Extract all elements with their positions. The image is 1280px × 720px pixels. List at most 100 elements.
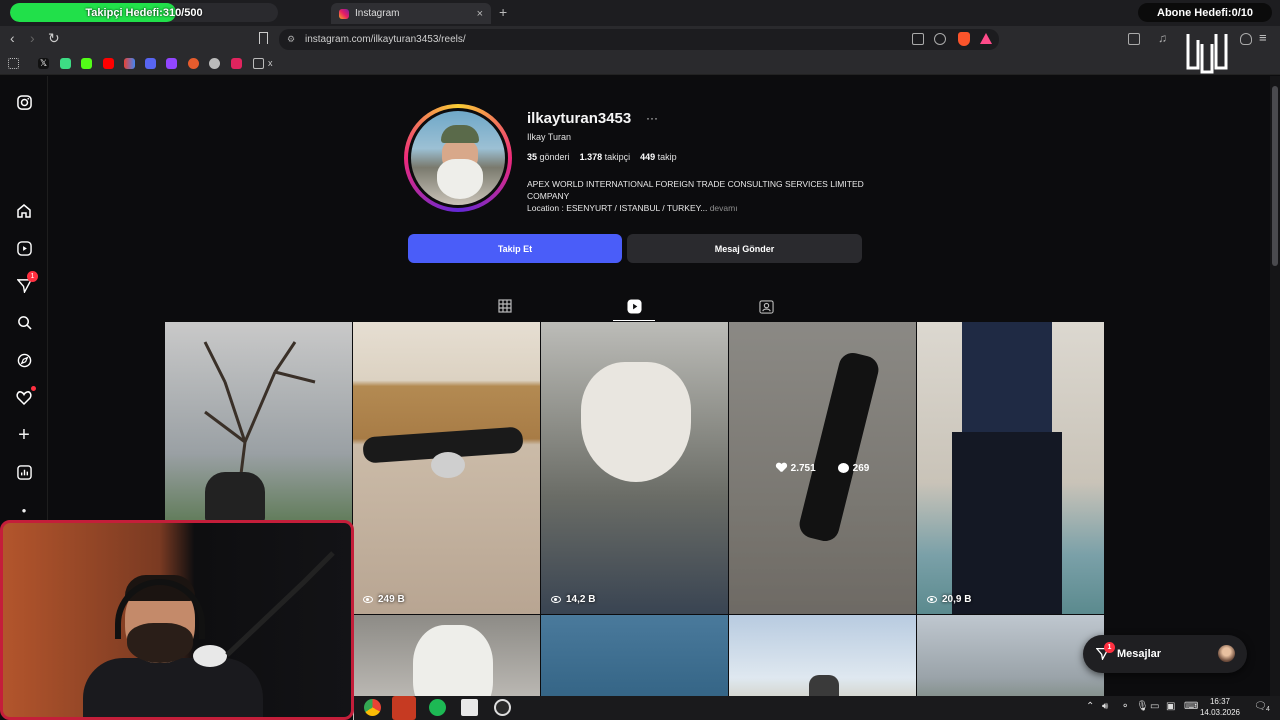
comment-icon bbox=[837, 463, 849, 473]
taskbar: ⌃ 🔊︎ ⚬ 🎙︎ ▭ ▣ ⌨ 16:37 14.03.2026 🗨︎ 4 bbox=[354, 696, 1280, 720]
reel-views-count: 14,2 B bbox=[566, 594, 596, 605]
reel-tile[interactable]: 20,9 B bbox=[917, 322, 1104, 614]
brave-taskbar-icon[interactable] bbox=[392, 696, 416, 720]
follower-goal-bar: Takipçi Hedefi:310/500 bbox=[10, 3, 278, 22]
reel-comments: 269 bbox=[837, 462, 870, 474]
tray-app-icon[interactable]: ⚬ bbox=[1121, 701, 1129, 712]
bio-more-link[interactable]: devamı bbox=[710, 203, 738, 213]
bookmark-pink-icon[interactable] bbox=[231, 58, 242, 69]
new-tab-button[interactable]: + bbox=[499, 4, 507, 20]
message-contact-avatar bbox=[1218, 645, 1235, 662]
cast-icon[interactable] bbox=[912, 33, 924, 45]
reels-icon[interactable] bbox=[14, 238, 34, 258]
bookmarks-bar: 𝕏 x bbox=[0, 53, 1280, 75]
kick-bookmark-icon[interactable] bbox=[81, 58, 92, 69]
bookmarks-overflow[interactable]: x bbox=[268, 58, 273, 68]
direct-icon[interactable]: 1 bbox=[14, 271, 38, 295]
reel-figure-shirt bbox=[962, 322, 1052, 442]
site-info-icon[interactable]: ⚙ bbox=[287, 34, 295, 45]
create-icon[interactable]: + bbox=[14, 424, 34, 446]
bio-line-company: APEX WORLD INTERNATIONAL FOREIGN TRADE C… bbox=[527, 179, 864, 201]
following-stat[interactable]: 449 takip bbox=[640, 152, 677, 162]
streamer-logo bbox=[1184, 30, 1230, 76]
profile-full-name: Ilkay Turan bbox=[527, 132, 572, 142]
clock[interactable]: 16:37 14.03.2026 bbox=[1198, 696, 1242, 718]
apps-grid-icon[interactable] bbox=[8, 58, 19, 69]
explore-icon[interactable] bbox=[14, 350, 34, 370]
reel-comments-count: 269 bbox=[852, 462, 870, 474]
brave-shields-icon[interactable] bbox=[958, 32, 970, 46]
twitch-bookmark-icon[interactable] bbox=[166, 58, 177, 69]
subscriber-goal-bar: Abone Hedefi:0/10 bbox=[1138, 3, 1272, 22]
back-icon[interactable]: ‹ bbox=[10, 30, 15, 46]
menu-icon[interactable]: ≡ bbox=[1259, 30, 1271, 45]
spotify-taskbar-icon[interactable] bbox=[429, 699, 446, 716]
reload-icon[interactable]: ↻ bbox=[48, 30, 60, 47]
messages-label: Mesajlar bbox=[1117, 648, 1162, 660]
keyboard-icon[interactable]: ⌨ bbox=[1184, 701, 1198, 712]
bookmark-grey-icon[interactable] bbox=[209, 58, 220, 69]
subscriber-goal-text: Abone Hedefi:0/10 bbox=[1157, 6, 1253, 19]
url-field[interactable]: ⚙ instagram.com/ilkayturan3453/reels/ bbox=[279, 29, 999, 50]
folder-icon[interactable] bbox=[253, 58, 264, 69]
files-taskbar-icon[interactable] bbox=[461, 699, 478, 716]
followers-stat[interactable]: 1.378 takipçi bbox=[580, 152, 631, 162]
youtube-bookmark-icon[interactable] bbox=[103, 58, 114, 69]
notifications-heart-icon[interactable] bbox=[14, 386, 36, 407]
tab-reels-icon[interactable] bbox=[627, 299, 642, 314]
browser-tab-instagram[interactable]: Instagram × bbox=[331, 3, 491, 24]
more-icon[interactable]: ● bbox=[14, 500, 34, 520]
search-icon[interactable] bbox=[14, 312, 34, 332]
vpn-shield-icon[interactable] bbox=[1240, 33, 1252, 45]
gmail-bookmark-icon[interactable] bbox=[124, 58, 135, 69]
discord-bookmark-icon[interactable] bbox=[145, 58, 156, 69]
microphone-tray-icon[interactable]: 🎙︎ bbox=[1136, 701, 1149, 712]
home-icon[interactable] bbox=[14, 201, 34, 221]
tab-tagged-icon[interactable] bbox=[759, 299, 774, 314]
bookmark-green-icon[interactable] bbox=[60, 58, 71, 69]
tab-active-indicator bbox=[613, 320, 655, 321]
bio-location-text: Location : ESENYURT / ISTANBUL / TURKEY.… bbox=[527, 203, 708, 213]
profile-username: ilkayturan3453 bbox=[527, 110, 632, 127]
dashboard-icon[interactable] bbox=[14, 462, 34, 482]
sidebar-toggle-icon[interactable] bbox=[1128, 33, 1140, 45]
chrome-taskbar-icon[interactable] bbox=[364, 699, 381, 716]
forward-icon[interactable]: › bbox=[30, 30, 35, 46]
bookmark-orange-icon[interactable] bbox=[188, 58, 199, 69]
profile-stats: 35 gönderi 1.378 takipçi 449 takip bbox=[527, 152, 677, 162]
follow-button[interactable]: Takip Et bbox=[408, 234, 622, 263]
tray-chevron-icon[interactable]: ⌃ bbox=[1086, 701, 1094, 712]
media-icon[interactable]: ♫ bbox=[1158, 31, 1170, 45]
volume-icon[interactable]: 🔊︎ bbox=[1102, 701, 1108, 712]
send-message-button[interactable]: Mesaj Gönder bbox=[627, 234, 862, 263]
reel-views: 249 B bbox=[363, 594, 405, 605]
reel-tile[interactable]: 14,2 B bbox=[541, 322, 728, 614]
tray-app-icon-2[interactable]: ▣ bbox=[1166, 701, 1175, 712]
posts-stat[interactable]: 35 gönderi bbox=[527, 152, 570, 162]
bookmark-icon[interactable] bbox=[259, 32, 268, 44]
notification-center-icon[interactable]: 🗨︎ bbox=[1254, 701, 1267, 712]
posts-label: gönderi bbox=[539, 152, 570, 162]
posts-count: 35 bbox=[527, 152, 538, 162]
messages-button[interactable]: 1 Mesajlar bbox=[1083, 635, 1247, 673]
x-bookmark-icon[interactable]: 𝕏 bbox=[38, 58, 49, 69]
profile-options-icon[interactable]: ··· bbox=[646, 111, 658, 125]
heart-icon bbox=[776, 463, 787, 473]
reel-likes: 2.751 bbox=[776, 463, 816, 474]
scrollbar-thumb[interactable] bbox=[1272, 86, 1278, 266]
tab-close-icon[interactable]: × bbox=[477, 8, 483, 20]
profile-avatar-ring[interactable] bbox=[404, 104, 512, 212]
reel-figure bbox=[205, 472, 265, 522]
obs-taskbar-icon[interactable] bbox=[494, 699, 511, 716]
tab-posts-grid-icon[interactable] bbox=[498, 299, 512, 313]
share-icon[interactable] bbox=[934, 33, 946, 45]
reel-tile[interactable]: 249 B bbox=[353, 322, 540, 614]
page-scrollbar[interactable] bbox=[1270, 76, 1280, 696]
views-eye-icon bbox=[927, 596, 937, 603]
views-eye-icon bbox=[551, 596, 561, 603]
followers-label: takipçi bbox=[604, 152, 631, 162]
network-icon[interactable]: ▭ bbox=[1150, 701, 1159, 712]
brave-rewards-icon[interactable] bbox=[980, 33, 992, 44]
instagram-logo-icon[interactable] bbox=[14, 92, 34, 112]
reel-tile[interactable]: 2.751 269 bbox=[729, 322, 916, 614]
